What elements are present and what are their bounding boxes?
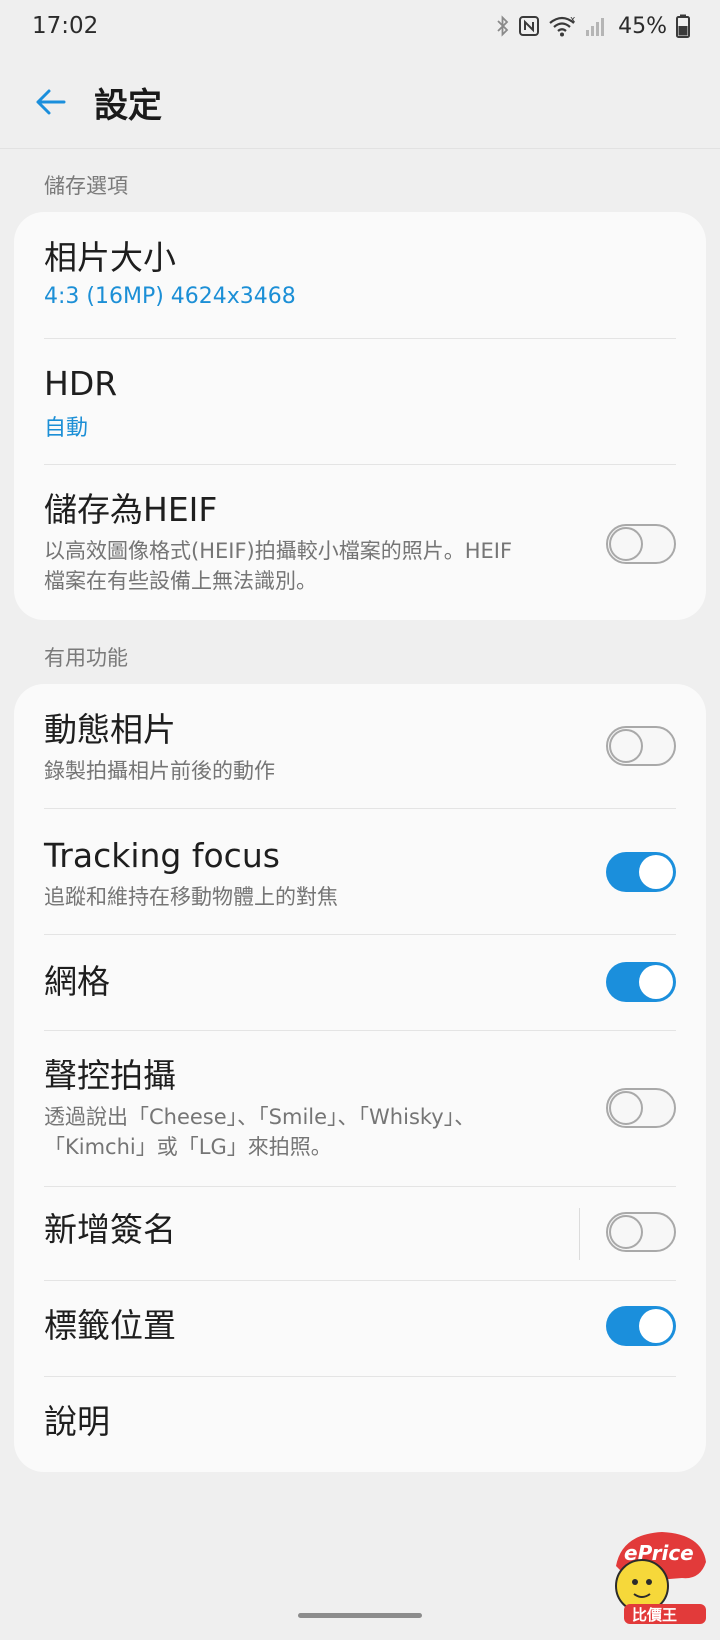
status-icons: x 45% (496, 14, 690, 39)
tag-location-toggle[interactable] (606, 1306, 676, 1346)
status-time: 17:02 (32, 13, 99, 39)
save-heif-row[interactable]: 儲存為HEIF 以高效圖像格式(HEIF)拍攝較小檔案的照片。HEIF 檔案在有… (44, 490, 676, 596)
divider (44, 808, 676, 809)
grid-row[interactable]: 網格 (44, 962, 676, 1002)
battery-percent: 45% (618, 13, 667, 39)
divider (44, 1376, 676, 1377)
motion-photo-toggle[interactable] (606, 726, 676, 766)
status-bar: 17:02 x 45% (0, 0, 720, 52)
wifi-icon: x (549, 15, 576, 37)
app-bar-divider (0, 148, 720, 149)
app-bar: 設定 (0, 58, 720, 146)
add-signature-toggle[interactable] (606, 1212, 676, 1252)
tag-location-title: 標籤位置 (44, 1306, 176, 1345)
divider (44, 1186, 676, 1187)
page-title: 設定 (94, 85, 162, 126)
grid-toggle[interactable] (606, 962, 676, 1002)
voice-shutter-desc-line2: 「Kimchi」或「LG」來拍照。 (44, 1135, 332, 1159)
picture-size-value: 4:3 (16MP) 4624x3468 (44, 284, 296, 309)
picture-size-title: 相片大小 (44, 238, 176, 277)
toggle-knob (609, 1215, 643, 1249)
save-heif-desc-line1: 以高效圖像格式(HEIF)拍攝較小檔案的照片。HEIF (44, 539, 513, 563)
eprice-watermark-logo: ePrice 比價王 (602, 1526, 712, 1626)
toggle-knob (639, 965, 673, 999)
section-header-storage: 儲存選項 (44, 174, 128, 198)
hdr-value: 自動 (44, 416, 89, 441)
add-signature-title: 新增簽名 (44, 1210, 176, 1249)
help-title: 說明 (44, 1402, 110, 1441)
toggle-knob (609, 1091, 643, 1125)
voice-shutter-toggle[interactable] (606, 1088, 676, 1128)
hdr-title: HDR (44, 364, 118, 403)
save-heif-toggle[interactable] (606, 524, 676, 564)
tag-location-row[interactable]: 標籤位置 (44, 1306, 676, 1346)
picture-size-row[interactable]: 相片大小 4:3 (16MP) 4624x3468 (44, 238, 676, 309)
useful-features-card: 動態相片 錄製拍攝相片前後的動作 Tracking focus 追蹤和維持在移動… (14, 684, 706, 1472)
save-heif-title: 儲存為HEIF (44, 490, 218, 529)
divider (44, 1030, 676, 1031)
voice-shutter-row[interactable]: 聲控拍攝 透過說出「Cheese」、「Smile」、「Whisky」、 「Kim… (44, 1056, 676, 1162)
voice-shutter-title: 聲控拍攝 (44, 1056, 176, 1095)
divider (44, 934, 676, 935)
signal-icon (586, 18, 605, 36)
add-signature-row[interactable]: 新增簽名 (44, 1210, 676, 1250)
divider (44, 338, 676, 339)
toggle-knob (639, 855, 673, 889)
save-heif-desc-line2: 檔案在有些設備上無法識別。 (44, 569, 317, 593)
vertical-separator (579, 1208, 580, 1260)
nfc-icon (519, 16, 540, 36)
tracking-focus-toggle[interactable] (606, 852, 676, 892)
tracking-focus-title: Tracking focus (44, 836, 280, 875)
arrow-left-icon (36, 89, 66, 115)
svg-text:x: x (570, 15, 576, 25)
motion-photo-title: 動態相片 (44, 710, 176, 749)
gesture-nav-handle[interactable] (298, 1613, 422, 1618)
toggle-knob (639, 1309, 673, 1343)
battery-icon (676, 14, 690, 38)
bluetooth-icon (497, 15, 509, 37)
grid-title: 網格 (44, 962, 110, 1001)
hdr-row[interactable]: HDR 自動 (44, 364, 676, 442)
tracking-focus-description: 追蹤和維持在移動物體上的對焦 (44, 885, 338, 909)
toggle-knob (609, 729, 643, 763)
voice-shutter-desc-line1: 透過說出「Cheese」、「Smile」、「Whisky」、 (44, 1105, 476, 1129)
back-button[interactable] (0, 58, 100, 146)
motion-photo-description: 錄製拍攝相片前後的動作 (44, 759, 275, 783)
divider (44, 464, 676, 465)
section-header-useful: 有用功能 (44, 646, 128, 670)
toggle-knob (609, 527, 643, 561)
voice-shutter-description: 透過說出「Cheese」、「Smile」、「Whisky」、 「Kimchi」或… (44, 1102, 554, 1162)
help-row[interactable]: 說明 (44, 1402, 676, 1442)
tracking-focus-row[interactable]: Tracking focus 追蹤和維持在移動物體上的對焦 (44, 836, 676, 912)
storage-options-card: 相片大小 4:3 (16MP) 4624x3468 HDR 自動 儲存為HEIF… (14, 212, 706, 620)
motion-photo-row[interactable]: 動態相片 錄製拍攝相片前後的動作 (44, 710, 676, 786)
save-heif-description: 以高效圖像格式(HEIF)拍攝較小檔案的照片。HEIF 檔案在有些設備上無法識別… (44, 536, 554, 596)
divider (44, 1280, 676, 1281)
svg-text:比價王: 比價王 (632, 1606, 677, 1624)
